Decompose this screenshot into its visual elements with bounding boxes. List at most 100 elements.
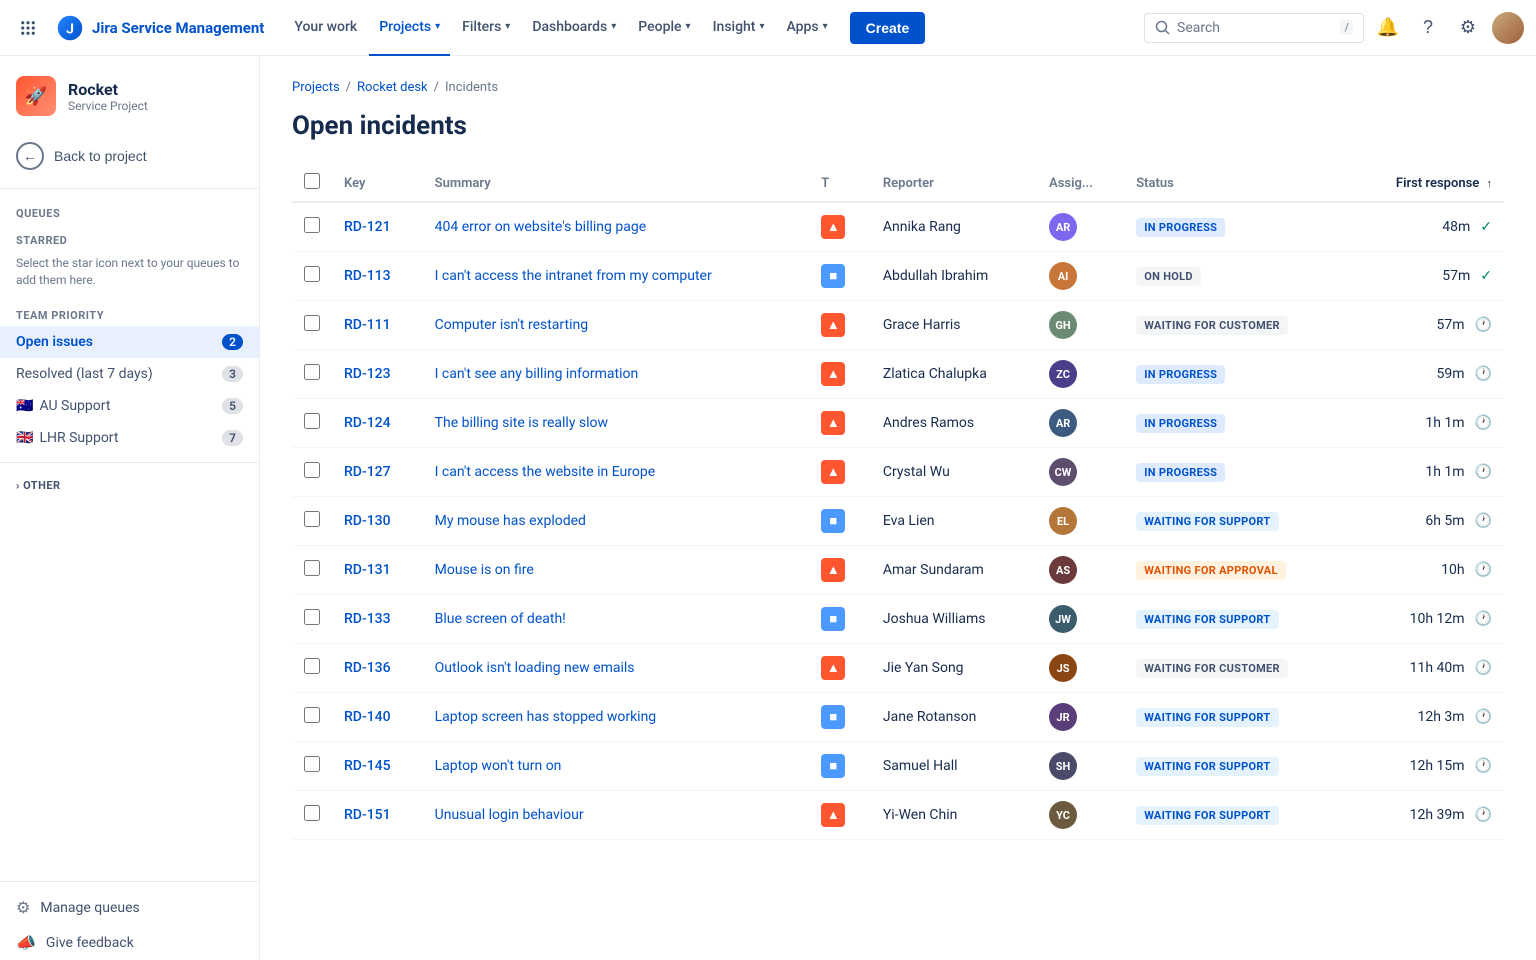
reporter-name: Zlatica Chalupka xyxy=(883,366,987,382)
row-checkbox-cell[interactable] xyxy=(292,497,332,546)
nav-people[interactable]: People ▾ xyxy=(628,0,700,56)
reporter-name: Joshua Williams xyxy=(883,611,986,627)
issue-summary[interactable]: I can't access the intranet from my comp… xyxy=(435,268,712,284)
row-checkbox-cell[interactable] xyxy=(292,693,332,742)
table-header-reporter[interactable]: Reporter xyxy=(871,165,1037,202)
row-checkbox-cell[interactable] xyxy=(292,644,332,693)
sidebar-item-au-support[interactable]: 🇦🇺 AU Support 5 xyxy=(0,390,259,422)
sidebar-item-resolved[interactable]: Resolved (last 7 days) 3 xyxy=(0,358,259,390)
row-checkbox[interactable] xyxy=(304,609,320,625)
issue-key[interactable]: RD-140 xyxy=(344,709,391,725)
issue-summary[interactable]: My mouse has exploded xyxy=(435,513,586,529)
table-header-type[interactable]: T xyxy=(809,165,871,202)
issue-summary[interactable]: I can't see any billing information xyxy=(435,366,639,382)
issue-key[interactable]: RD-121 xyxy=(344,219,391,235)
table-header-status[interactable]: Status xyxy=(1124,165,1350,202)
create-button[interactable]: Create xyxy=(850,12,926,44)
issue-key[interactable]: RD-151 xyxy=(344,807,391,823)
select-all-checkbox[interactable] xyxy=(304,173,320,189)
issue-summary[interactable]: Mouse is on fire xyxy=(435,562,534,578)
clock-icon: 🕐 xyxy=(1475,366,1492,382)
nav-apps[interactable]: Apps ▾ xyxy=(777,0,838,56)
issue-summary[interactable]: I can't access the website in Europe xyxy=(435,464,656,480)
issue-key[interactable]: RD-124 xyxy=(344,415,391,431)
breadcrumb-rocket-desk[interactable]: Rocket desk xyxy=(357,80,428,95)
row-checkbox-cell[interactable] xyxy=(292,252,332,301)
first-response-cell: 48m✓ xyxy=(1350,202,1504,252)
row-checkbox-cell[interactable] xyxy=(292,202,332,252)
issue-summary[interactable]: Blue screen of death! xyxy=(435,611,566,627)
row-checkbox[interactable] xyxy=(304,805,320,821)
manage-queues-item[interactable]: ⚙ Manage queues xyxy=(0,890,259,925)
nav-dashboards[interactable]: Dashboards ▾ xyxy=(522,0,626,56)
nav-your-work[interactable]: Your work xyxy=(284,0,367,56)
status-cell: IN PROGRESS xyxy=(1124,399,1350,448)
row-checkbox-cell[interactable] xyxy=(292,399,332,448)
row-checkbox[interactable] xyxy=(304,315,320,331)
help-button[interactable]: ? xyxy=(1412,12,1444,44)
issue-summary[interactable]: The billing site is really slow xyxy=(435,415,608,431)
search-box[interactable]: Search / xyxy=(1144,13,1364,43)
issue-key[interactable]: RD-130 xyxy=(344,513,391,529)
issue-key[interactable]: RD-145 xyxy=(344,758,391,774)
issue-key[interactable]: RD-127 xyxy=(344,464,391,480)
row-checkbox[interactable] xyxy=(304,658,320,674)
clock-icon: 🕐 xyxy=(1475,464,1492,480)
issue-key-cell: RD-136 xyxy=(332,644,423,693)
table-header-checkbox[interactable] xyxy=(292,165,332,202)
other-section-label[interactable]: › OTHER xyxy=(0,471,259,500)
row-checkbox-cell[interactable] xyxy=(292,301,332,350)
row-checkbox[interactable] xyxy=(304,217,320,233)
nav-filters[interactable]: Filters ▾ xyxy=(452,0,520,56)
table-row: RD-131Mouse is on fire▲Amar SundaramASWA… xyxy=(292,546,1504,595)
nav-insight[interactable]: Insight ▾ xyxy=(703,0,775,56)
issue-summary[interactable]: Computer isn't restarting xyxy=(435,317,588,333)
row-checkbox[interactable] xyxy=(304,364,320,380)
table-header-assignee[interactable]: Assig... xyxy=(1037,165,1124,202)
issue-summary[interactable]: Unusual login behaviour xyxy=(435,807,584,823)
row-checkbox-cell[interactable] xyxy=(292,595,332,644)
row-checkbox[interactable] xyxy=(304,511,320,527)
row-checkbox[interactable] xyxy=(304,707,320,723)
issue-key-cell: RD-127 xyxy=(332,448,423,497)
issue-summary[interactable]: Laptop won't turn on xyxy=(435,758,562,774)
row-checkbox-cell[interactable] xyxy=(292,546,332,595)
sidebar-item-lhr-support[interactable]: 🇬🇧 LHR Support 7 xyxy=(0,422,259,454)
issue-key[interactable]: RD-111 xyxy=(344,317,391,333)
notifications-button[interactable]: 🔔 xyxy=(1372,12,1404,44)
top-navigation: J Jira Service Management Your work Proj… xyxy=(0,0,1536,56)
back-to-project-button[interactable]: ← Back to project xyxy=(0,132,259,180)
issue-summary[interactable]: Outlook isn't loading new emails xyxy=(435,660,635,676)
row-checkbox[interactable] xyxy=(304,266,320,282)
user-avatar-button[interactable] xyxy=(1492,12,1524,44)
row-checkbox-cell[interactable] xyxy=(292,742,332,791)
issue-key[interactable]: RD-136 xyxy=(344,660,391,676)
row-checkbox-cell[interactable] xyxy=(292,448,332,497)
table-header-summary[interactable]: Summary xyxy=(423,165,810,202)
breadcrumb-projects[interactable]: Projects xyxy=(292,80,340,95)
issue-summary[interactable]: Laptop screen has stopped working xyxy=(435,709,657,725)
settings-button[interactable]: ⚙ xyxy=(1452,12,1484,44)
row-checkbox[interactable] xyxy=(304,756,320,772)
give-feedback-item[interactable]: 📣 Give feedback xyxy=(0,925,259,960)
issue-key[interactable]: RD-123 xyxy=(344,366,391,382)
grid-menu-button[interactable] xyxy=(12,12,44,44)
row-checkbox[interactable] xyxy=(304,560,320,576)
sidebar-item-open-issues[interactable]: Open issues 2 xyxy=(0,326,259,358)
nav-projects[interactable]: Projects ▾ xyxy=(369,0,450,56)
issue-summary[interactable]: 404 error on website's billing page xyxy=(435,219,647,235)
row-checkbox-cell[interactable] xyxy=(292,791,332,840)
first-response-cell: 57m🕐 xyxy=(1350,301,1504,350)
issue-key[interactable]: RD-113 xyxy=(344,268,391,284)
app-logo[interactable]: J Jira Service Management xyxy=(48,14,272,42)
row-checkbox-cell[interactable] xyxy=(292,350,332,399)
assignee-cell: EL xyxy=(1037,497,1124,546)
table-header-first-response[interactable]: First response ↑ xyxy=(1350,165,1504,202)
issue-key[interactable]: RD-133 xyxy=(344,611,391,627)
table-header-key[interactable]: Key xyxy=(332,165,423,202)
row-checkbox[interactable] xyxy=(304,462,320,478)
row-checkbox[interactable] xyxy=(304,413,320,429)
table-row: RD-121 404 error on website's billing pag… xyxy=(292,202,1504,252)
issue-key[interactable]: RD-131 xyxy=(344,562,391,578)
starred-section-label: STARRED xyxy=(0,224,259,251)
